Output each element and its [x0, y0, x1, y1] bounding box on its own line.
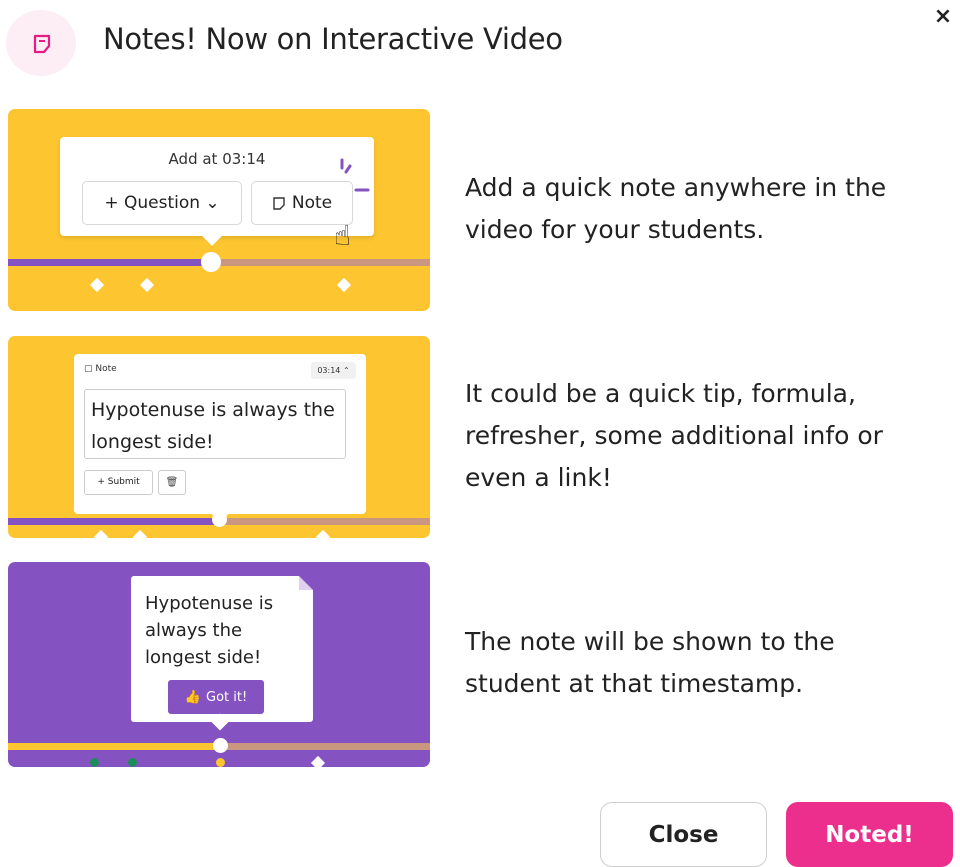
timeline-marker	[128, 758, 137, 767]
timeline-marker	[89, 277, 105, 293]
timeline-marker	[315, 529, 331, 538]
remaining-track	[220, 518, 430, 525]
played-track	[8, 743, 220, 750]
card-tail	[211, 713, 229, 731]
note-editor-card: ▢ Note 03:14 ⌃ Hypotenuse is always the …	[74, 354, 366, 523]
timeline-knob	[212, 512, 227, 527]
pointer-hand-icon: ☝	[334, 219, 352, 252]
student-note-card: Hypotenuse is always the longest side! 👍…	[131, 576, 313, 731]
student-note-text: Hypotenuse is always the longest side!	[145, 593, 274, 668]
popover-tail	[202, 226, 222, 246]
timeline-marker	[132, 529, 148, 538]
remaining-track	[220, 743, 430, 750]
description-student-view: The note will be shown to the student at…	[465, 627, 835, 698]
notes-logo-badge	[6, 10, 76, 76]
description-add-note: Add a quick note anywhere in the video f…	[465, 173, 887, 244]
time-chip: 03:14 ⌃	[311, 362, 356, 379]
dialog-title: Notes! Now on Interactive Video	[103, 22, 563, 56]
timeline-marker	[93, 529, 109, 538]
preview-student-view: Hypotenuse is always the longest side! 👍…	[8, 562, 430, 767]
description-note-content: It could be a quick tip, formula, refres…	[465, 379, 883, 492]
preview-note-editor: ▢ Note 03:14 ⌃ Hypotenuse is always the …	[8, 336, 430, 538]
note-icon	[33, 34, 51, 54]
played-track	[8, 518, 220, 525]
played-track	[8, 259, 210, 266]
timeline-marker	[310, 755, 326, 767]
timeline-knob	[201, 252, 221, 272]
thumbs-up-icon: 👍	[184, 689, 201, 705]
trash-icon: 🗑	[158, 470, 186, 495]
timeline-marker	[139, 277, 155, 293]
note-icon	[273, 197, 285, 210]
timeline-marker	[216, 758, 225, 767]
close-button[interactable]: Close	[600, 802, 767, 867]
page-fold	[299, 576, 313, 590]
got-it-button: 👍 Got it!	[168, 680, 264, 714]
timeline-marker	[90, 758, 99, 767]
submit-button: + Submit	[84, 470, 153, 495]
question-button: + Question ⌄	[82, 181, 242, 225]
preview-add-note: Add at 03:14 + Question ⌄ Note ☝	[8, 109, 430, 311]
noted-button[interactable]: Noted!	[786, 802, 953, 867]
add-at-label: Add at 03:14	[168, 150, 266, 168]
remaining-track	[210, 259, 430, 266]
close-icon[interactable]: ×	[930, 4, 956, 30]
timeline-marker	[336, 277, 352, 293]
click-sparkle-icon	[340, 158, 370, 192]
timeline-knob	[213, 738, 228, 753]
note-header-label: ▢ Note	[84, 364, 117, 374]
add-menu-popover: Add at 03:14 + Question ⌄ Note	[60, 137, 374, 246]
note-text-field: Hypotenuse is always the longest side!	[84, 389, 346, 459]
